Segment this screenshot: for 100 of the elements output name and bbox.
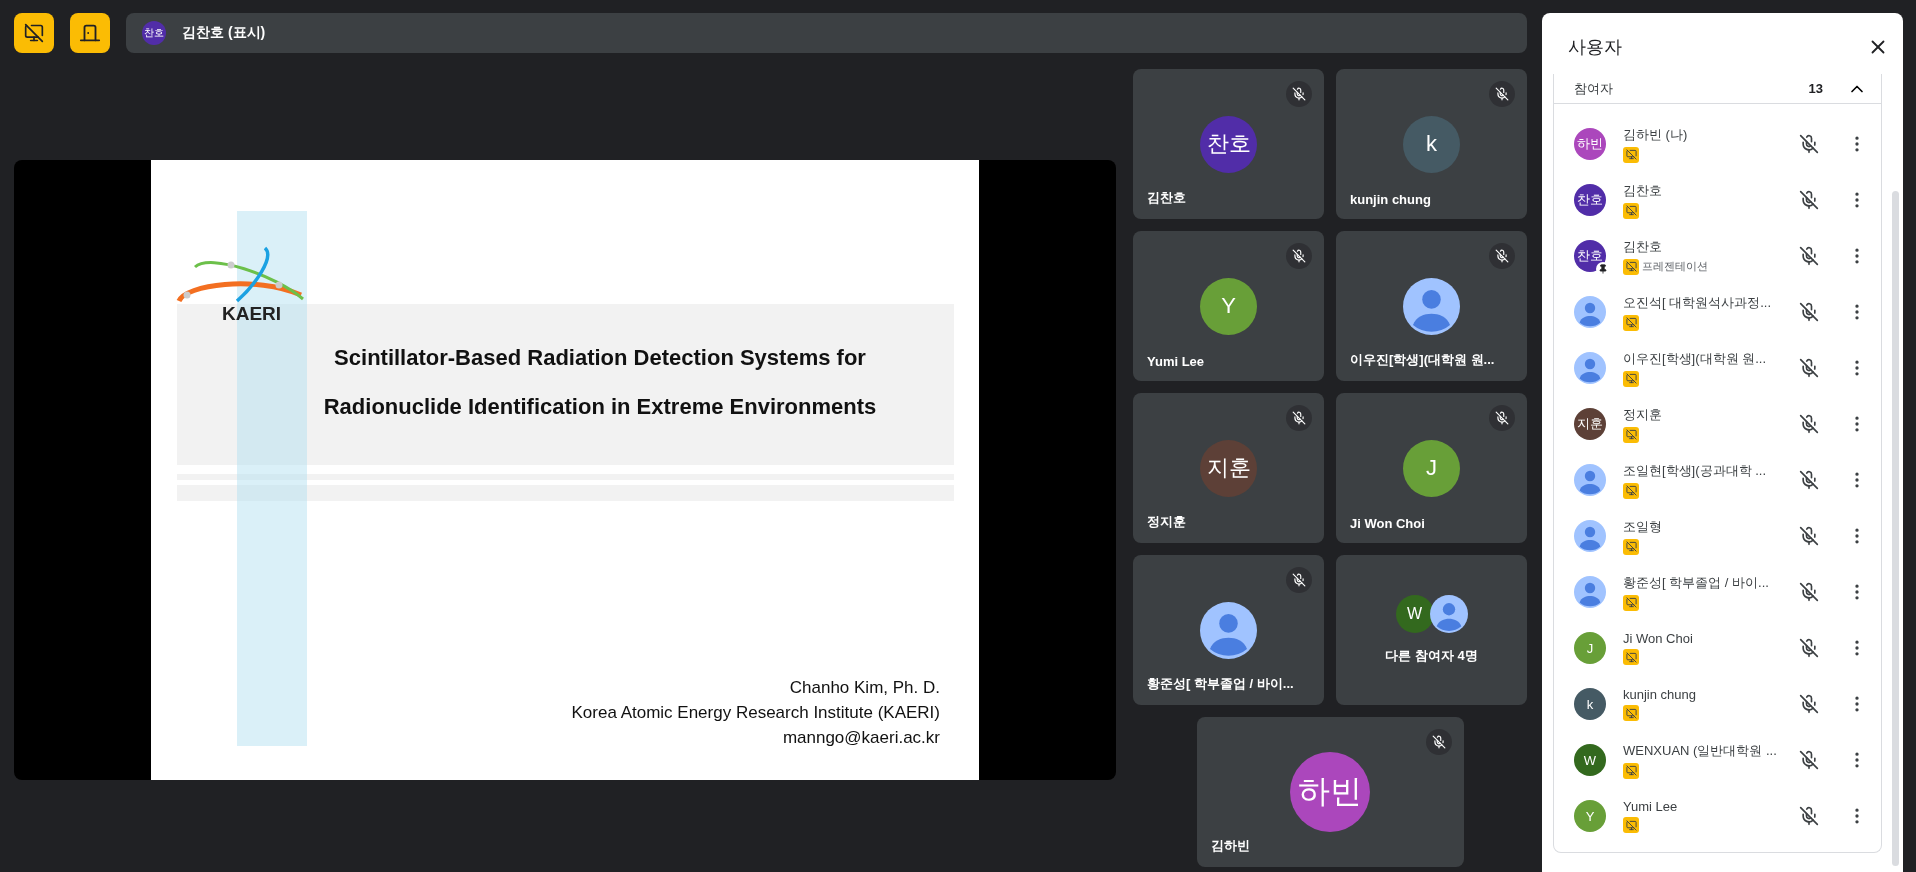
participant-name: 오진석[ 대학원석사과정... [1623, 293, 1773, 312]
mic-off-icon [1799, 302, 1819, 322]
avatar-silhouette-icon [1200, 601, 1257, 659]
mic-off-icon [1799, 806, 1819, 826]
participant-name: Yumi Lee [1147, 354, 1205, 369]
avatar: 하빈 [1574, 128, 1606, 160]
participant-name: 이우진[학생](대학원 원... [1350, 351, 1495, 369]
participant-row[interactable]: J Ji Won Choi [1554, 620, 1881, 676]
avatar: 찬호 [142, 21, 166, 45]
participant-name: 김하빈 [1210, 837, 1250, 855]
avatar-silhouette-icon [1574, 296, 1606, 328]
monitor-off-icon [1623, 146, 1639, 163]
avatar-silhouette-icon [1574, 520, 1606, 552]
participant-name: 황준성[ 학부졸업 / 바이... [1623, 573, 1770, 592]
monitor-off-icon [1623, 762, 1639, 779]
avatar: Y [1200, 277, 1257, 335]
mic-off-icon [1799, 246, 1819, 266]
monitor-off-icon [1623, 705, 1639, 721]
others-tile[interactable]: W 다른 참여자 4명 [1336, 555, 1527, 705]
avatar: 지훈 [1574, 408, 1606, 440]
avatar: 찬호 [1574, 184, 1606, 216]
avatar-silhouette-icon [1403, 277, 1460, 335]
participant-role: 프레젠테이션 [1642, 259, 1708, 274]
atom-logo-icon [175, 244, 305, 303]
participant-row[interactable]: 이우진[학생](대학원 원... [1554, 340, 1881, 396]
door-icon [79, 22, 101, 44]
participant-name: 김하빈 (나) [1623, 125, 1689, 144]
monitor-off-icon [24, 23, 44, 43]
avatar: 찬호 [1574, 240, 1606, 272]
monitor-off-icon [1623, 594, 1639, 611]
participant-row[interactable]: W WENXUAN (일반대학원 ... [1554, 732, 1881, 788]
slide-footer-text: manngo@kaeri.ac.kr [782, 726, 940, 748]
monitor-off-icon [1623, 258, 1639, 275]
mic-off-icon [1799, 190, 1819, 210]
participant-name: 조일현[학생](공과대학 ... [1623, 461, 1767, 480]
slide-title: Scintillator-Based Radiation Detection Systems for [334, 343, 866, 371]
monitor-off-icon [1623, 426, 1639, 443]
avatar: J [1403, 439, 1460, 497]
monitor-off-icon [1623, 482, 1639, 499]
participant-tile[interactable]: 지훈 정지훈 [1133, 393, 1324, 543]
mic-off-icon [1799, 638, 1819, 658]
slide-footer-text: Chanho Kim, Ph. D. [789, 676, 940, 698]
monitor-off-icon [1623, 649, 1639, 665]
participant-name: Ji Won Choi [1623, 631, 1694, 646]
mic-off-icon [1799, 470, 1819, 490]
participant-tile[interactable]: 이우진[학생](대학원 원... [1336, 231, 1527, 381]
participant-row[interactable]: 찬호 김찬호 [1554, 172, 1881, 228]
participant-row[interactable]: 조일형 [1554, 508, 1881, 564]
participant-tile[interactable]: 황준성[ 학부졸업 / 바이... [1133, 555, 1324, 705]
mic-off-icon [1799, 134, 1819, 154]
participant-name: 황준성[ 학부졸업 / 바이... [1147, 675, 1294, 693]
participant-tile[interactable]: 하빈 김하빈 [1196, 717, 1464, 867]
slide-footer-text: Korea Atomic Energy Research Institute (KAERI) [571, 701, 940, 723]
scrollbar[interactable] [1892, 191, 1899, 866]
others-label: 다른 참여자 4명 [1385, 647, 1478, 665]
participant-row[interactable]: 하빈 김하빈 (나) [1554, 116, 1881, 172]
mic-off-icon [1799, 526, 1819, 546]
participant-row[interactable]: k kunjin chung [1554, 676, 1881, 732]
participant-tile[interactable]: k kunjin chung [1336, 69, 1527, 219]
monitor-off-icon [1623, 817, 1639, 833]
avatar: J [1574, 632, 1606, 664]
mic-off-icon [1799, 694, 1819, 714]
panel-title: 사용자 [1568, 36, 1622, 59]
participant-tile[interactable]: J Ji Won Choi [1336, 393, 1527, 543]
avatar: W [1574, 744, 1606, 776]
participant-name: Yumi Lee [1623, 799, 1679, 814]
participant-row[interactable]: 조일현[학생](공과대학 ... [1554, 452, 1881, 508]
presentation-off-button[interactable] [14, 13, 54, 53]
avatar: 하빈 [1290, 752, 1370, 832]
monitor-off-icon [1623, 202, 1639, 219]
participant-name: Ji Won Choi [1350, 516, 1425, 531]
avatar: W [1395, 595, 1434, 633]
participant-tile[interactable]: Y Yumi Lee [1133, 231, 1324, 381]
mic-off-icon [1799, 414, 1819, 434]
participant-name: 김찬호 [1147, 189, 1186, 207]
participant-name: 김찬호 [1623, 237, 1663, 256]
mic-off-icon [1799, 358, 1819, 378]
logo-text: KAERI [222, 302, 282, 325]
participant-tile[interactable]: 찬호 김찬호 [1133, 69, 1324, 219]
participant-row[interactable]: 찬호 김찬호 프레젠테이션 [1554, 228, 1881, 284]
door-button[interactable] [70, 13, 110, 53]
participant-row[interactable]: 오진석[ 대학원석사과정... [1554, 284, 1881, 340]
monitor-off-icon [1623, 314, 1639, 331]
avatar: k [1574, 688, 1606, 720]
avatar: Y [1574, 800, 1606, 832]
participant-row[interactable]: 지훈 정지훈 [1554, 396, 1881, 452]
slide-title: Radionuclide Identification in Extreme Environments [323, 392, 877, 420]
participant-row[interactable]: 황준성[ 학부졸업 / 바이... [1554, 564, 1881, 620]
participant-name: 조일형 [1623, 517, 1663, 536]
participant-name: 김찬호 [1623, 181, 1663, 200]
participant-row[interactable]: Y Yumi Lee [1554, 788, 1881, 844]
participant-name: kunjin chung [1350, 192, 1431, 207]
avatar: 지훈 [1200, 439, 1257, 497]
avatar-silhouette-icon [1574, 352, 1606, 384]
mic-off-icon [1799, 750, 1819, 770]
participants-section-header[interactable]: 참여자 13 [1554, 74, 1881, 104]
participant-name: 정지훈 [1147, 513, 1186, 531]
monitor-off-icon [1623, 538, 1639, 555]
participant-name: kunjin chung [1623, 687, 1697, 702]
participant-name: 정지훈 [1623, 405, 1663, 424]
